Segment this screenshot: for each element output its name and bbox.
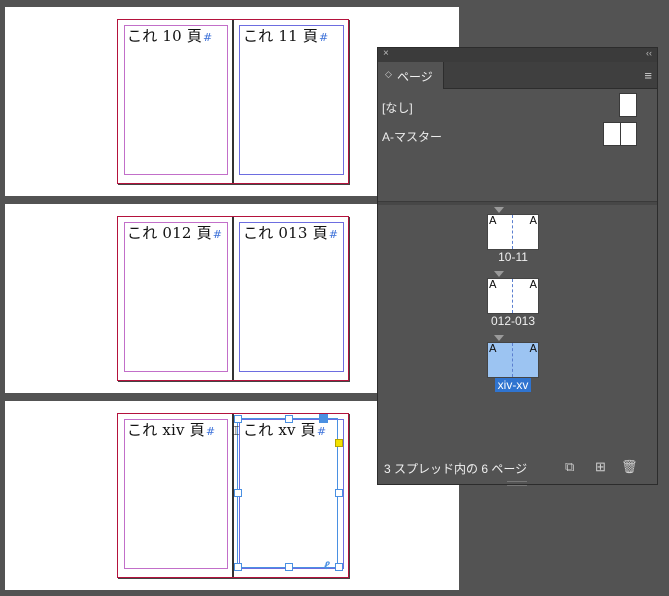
master-prefix: A — [489, 342, 497, 355]
tab-toggle-icon[interactable]: ◇ — [385, 69, 392, 80]
panel-tab-bar: ◇ ページ ≡ — [378, 62, 657, 89]
resize-handle[interactable] — [234, 563, 242, 571]
panel-footer: 3 スプレッド内の 6 ページ ⧉ ⊞ 🗑 — [378, 456, 657, 486]
out-port-icon[interactable]: ℓ — [324, 560, 330, 572]
page-label: これ xiv 頁# — [127, 421, 216, 439]
page-xiv[interactable]: これ xiv 頁# — [118, 414, 233, 577]
page-marker: # — [319, 31, 329, 44]
new-page-icon[interactable]: ⊞ — [595, 459, 606, 475]
spread-thumbnail[interactable]: A A — [487, 214, 539, 250]
panel-title-bar[interactable]: × ‹‹ — [378, 48, 657, 62]
spine-line — [512, 279, 514, 313]
resize-handle[interactable] — [335, 489, 343, 497]
page-count-text: 3 スプレッド内の 6 ページ — [384, 462, 528, 476]
page-marker: # — [203, 31, 213, 44]
spread-2[interactable]: これ 012 頁# これ 013 頁# — [117, 216, 349, 381]
tab-pages[interactable]: ◇ ページ — [378, 62, 444, 89]
spread-marker-icon — [494, 207, 504, 213]
panel-divider[interactable] — [378, 201, 657, 205]
spread-thumbnail[interactable]: A A — [487, 278, 539, 314]
selected-text-frame[interactable] — [237, 418, 338, 568]
margin-guides — [124, 419, 228, 569]
resize-handle[interactable] — [285, 415, 293, 423]
spread-name: 10-11 — [498, 250, 528, 264]
master-prefix: A — [489, 278, 497, 291]
spread-name: xiv-xv — [487, 378, 539, 392]
spread-thumb-10-11[interactable]: A A 10-11 — [487, 207, 539, 269]
master-prefix: A — [529, 278, 537, 291]
master-item-a[interactable]: A-マスター — [378, 122, 657, 150]
page-marker: # — [205, 425, 216, 438]
page-11[interactable]: これ 11 頁# — [233, 20, 348, 183]
spread-name: 012-013 — [490, 314, 536, 328]
page-label: これ 012 頁# — [127, 224, 223, 242]
tab-label: ページ — [397, 70, 433, 84]
spread-marker-icon — [494, 271, 504, 277]
page-marker: # — [212, 228, 223, 241]
resize-handle[interactable] — [234, 489, 242, 497]
margin-guides — [124, 25, 228, 175]
page-012[interactable]: これ 012 頁# — [118, 217, 233, 380]
resize-handle[interactable] — [285, 563, 293, 571]
page-label: これ 11 頁# — [243, 27, 329, 45]
edit-page-size-icon[interactable]: ⧉ — [565, 459, 574, 475]
delete-page-icon[interactable]: 🗑 — [621, 459, 638, 475]
panel-menu-icon[interactable]: ≡ — [644, 68, 652, 83]
text-cursor-icon: ⌶ — [232, 423, 240, 438]
pages-panel: × ‹‹ ◇ ページ ≡ [なし] A-マスター A A 10-11 A A 0… — [377, 47, 658, 486]
spine-line — [512, 215, 514, 249]
close-icon[interactable]: × — [383, 48, 389, 59]
margin-guides — [239, 222, 344, 372]
margin-guides — [124, 222, 228, 372]
corner-option-handle[interactable] — [335, 439, 343, 447]
master-label: A-マスター — [382, 130, 443, 144]
master-item-none[interactable]: [なし] — [378, 93, 657, 121]
master-prefix: A — [529, 342, 537, 355]
resize-grip[interactable] — [507, 481, 527, 486]
master-prefix: A — [489, 214, 497, 227]
page-10[interactable]: これ 10 頁# — [118, 20, 233, 183]
spread-1[interactable]: これ 10 頁# これ 11 頁# — [117, 19, 349, 184]
page-label: これ 10 頁# — [127, 27, 213, 45]
spread-thumb-xiv-xv[interactable]: A A xiv-xv — [487, 335, 539, 397]
margin-guides — [239, 25, 344, 175]
master-label: [なし] — [382, 101, 413, 115]
page-013[interactable]: これ 013 頁# — [233, 217, 348, 380]
spread-thumb-012-013[interactable]: A A 012-013 — [487, 271, 539, 333]
resize-handle[interactable] — [335, 563, 343, 571]
resize-handle[interactable] — [234, 415, 242, 423]
page-marker: # — [328, 228, 339, 241]
spine-line — [512, 343, 514, 377]
page-label: これ 013 頁# — [243, 224, 339, 242]
collapse-icon[interactable]: ‹‹ — [646, 48, 652, 58]
master-thumbnail[interactable] — [603, 122, 637, 146]
spread-thumbnail[interactable]: A A — [487, 342, 539, 378]
master-prefix: A — [529, 214, 537, 227]
master-thumbnail[interactable] — [619, 93, 637, 117]
in-port-handle[interactable] — [319, 414, 328, 423]
spread-marker-icon — [494, 335, 504, 341]
spread-3[interactable]: これ xiv 頁# これ xv 頁# ℓ ⌶ — [117, 413, 349, 578]
